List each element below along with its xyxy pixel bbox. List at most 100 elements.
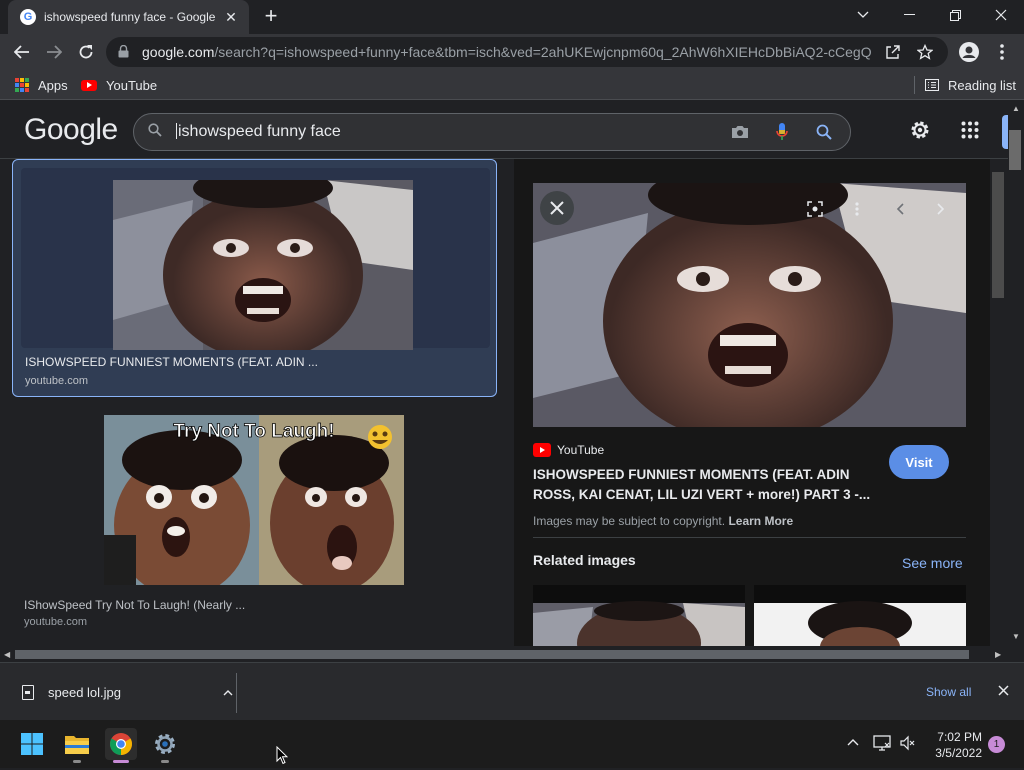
reading-list-button[interactable]: Reading list [925,76,1016,94]
lens-search-icon[interactable] [805,199,825,219]
bookmark-star-icon[interactable] [914,41,936,63]
notification-badge[interactable]: 1 [988,736,1005,753]
bookmark-youtube[interactable]: YouTube [81,76,157,94]
url-text[interactable]: google.com/search?q=ishowspeed+funny+fac… [142,44,872,60]
tab-strip: G ishowspeed funny face - Google Search … [0,0,1024,34]
more-options-icon[interactable] [847,199,867,219]
scroll-up-arrow-icon[interactable]: ▲ [1012,104,1020,113]
tab-search-chevron-icon[interactable] [840,0,886,30]
bookmarks-separator [914,76,915,94]
result-title[interactable]: ISHOWSPEED FUNNIEST MOMENTS (FEAT. ADIN … [25,355,318,369]
reading-list-icon [925,79,939,91]
bookmark-apps-label: Apps [38,77,68,93]
file-explorer-icon[interactable] [61,728,93,760]
result-title[interactable]: IShowSpeed Try Not To Laugh! (Nearly ... [24,598,245,612]
browser-toolbar: google.com/search?q=ishowspeed+funny+fac… [0,34,1024,70]
chrome-taskbar-icon[interactable] [105,728,137,760]
scroll-right-arrow-icon[interactable]: ▶ [995,650,1001,659]
tab-title: ishowspeed funny face - Google Search [44,10,217,24]
close-preview-button[interactable] [540,191,574,225]
google-apps-icon[interactable] [958,118,982,142]
result-thumbnail-image[interactable]: Try Not To Laugh! [104,415,404,585]
download-file-name: speed lol.jpg [48,684,121,700]
microphone-icon[interactable] [770,120,794,144]
settings-app-icon[interactable] [149,728,181,760]
image-result-card[interactable]: ISHOWSPEED FUNNIEST MOMENTS (FEAT. ADIN … [12,159,497,397]
windows-taskbar: 7:02 PM 3/5/2022 1 [0,720,1024,768]
chevron-up-icon[interactable] [220,685,236,699]
clock-date: 3/5/2022 [935,746,982,760]
copyright-text: Images may be subject to copyright. [533,514,726,528]
minimize-button[interactable] [886,0,932,30]
learn-more-link[interactable]: Learn More [728,514,793,528]
file-icon [22,684,34,700]
see-more-link[interactable]: See more [902,555,963,571]
chrome-active-indicator [113,760,129,763]
related-image-thumbnail[interactable] [754,585,966,646]
scroll-left-arrow-icon[interactable]: ◀ [4,650,10,659]
apps-grid-icon [15,78,29,92]
download-bar: speed lol.jpg Show all [0,662,1024,720]
result-thumbnail-image[interactable] [113,180,413,350]
camera-search-icon[interactable] [728,120,752,144]
thumbnail-frame [21,168,490,350]
search-submit-icon[interactable] [812,120,836,144]
image-results-column: ISHOWSPEED FUNNIEST MOMENTS (FEAT. ADIN … [0,159,510,646]
back-arrow-icon[interactable] [8,38,36,66]
google-favicon-icon: G [20,9,36,25]
google-logo[interactable]: Google [24,113,118,147]
preview-source[interactable]: YouTube [533,443,604,457]
related-images-heading: Related images [533,552,636,568]
restore-button[interactable] [932,0,978,30]
search-box[interactable]: ishowspeed funny face [133,113,851,151]
vertical-scrollbar-thumb[interactable] [1009,130,1021,170]
share-icon[interactable] [882,41,904,63]
related-image-thumbnail[interactable] [533,585,745,646]
url-path: /search?q=ishowspeed+funny+face&tbm=isch… [214,44,872,60]
bookmark-apps[interactable]: Apps [15,76,68,94]
lock-icon[interactable] [118,44,130,59]
preview-image[interactable] [533,183,966,427]
explorer-running-indicator [73,760,81,763]
search-icon [148,123,162,141]
download-separator [236,673,237,713]
youtube-icon [533,443,551,457]
result-source: youtube.com [24,616,87,628]
profile-avatar-icon[interactable] [955,38,983,66]
close-download-bar-icon[interactable] [998,683,1009,699]
forward-arrow-icon[interactable] [40,38,68,66]
preview-title[interactable]: ISHOWSPEED FUNNIEST MOMENTS (FEAT. ADIN … [533,465,878,505]
windows-start-icon[interactable] [16,728,48,760]
address-bar[interactable]: google.com/search?q=ishowspeed+funny+fac… [106,37,948,67]
mouse-cursor-icon [276,745,289,770]
download-item[interactable]: speed lol.jpg [14,675,236,709]
youtube-icon [81,79,97,91]
chrome-menu-icon[interactable] [988,38,1016,66]
url-host: google.com [142,44,215,60]
previous-image-icon[interactable] [890,199,910,219]
vertical-scrollbar[interactable] [1008,101,1024,646]
visit-button[interactable]: Visit [889,445,949,479]
search-input[interactable]: ishowspeed funny face [176,123,710,141]
thumbnail-caption: Try Not To Laugh! [173,421,334,442]
network-icon[interactable] [873,735,891,754]
divider [533,537,966,538]
horizontal-scrollbar-thumb[interactable] [15,650,969,659]
volume-muted-icon[interactable] [900,735,916,754]
browser-tab-active[interactable]: G ishowspeed funny face - Google Search … [8,0,249,34]
settings-gear-icon[interactable] [908,118,932,142]
tab-close-icon[interactable]: ✕ [223,9,239,25]
close-window-button[interactable] [978,0,1024,30]
reload-icon[interactable] [72,38,100,66]
next-image-icon[interactable] [931,199,951,219]
show-all-button[interactable]: Show all [926,685,971,699]
clock-time: 7:02 PM [937,730,982,744]
settings-running-indicator [161,760,169,763]
preview-scrollbar-thumb[interactable] [992,172,1004,298]
image-result-card[interactable]: Try Not To Laugh! IShowSpeed Try Not To … [12,415,497,635]
taskbar-clock[interactable]: 7:02 PM 3/5/2022 [928,729,982,761]
show-hidden-icons-chevron-icon[interactable] [847,734,859,749]
scroll-down-arrow-icon[interactable]: ▼ [1012,632,1020,641]
preview-source-name: YouTube [557,443,605,457]
new-tab-button[interactable]: + [260,5,282,28]
